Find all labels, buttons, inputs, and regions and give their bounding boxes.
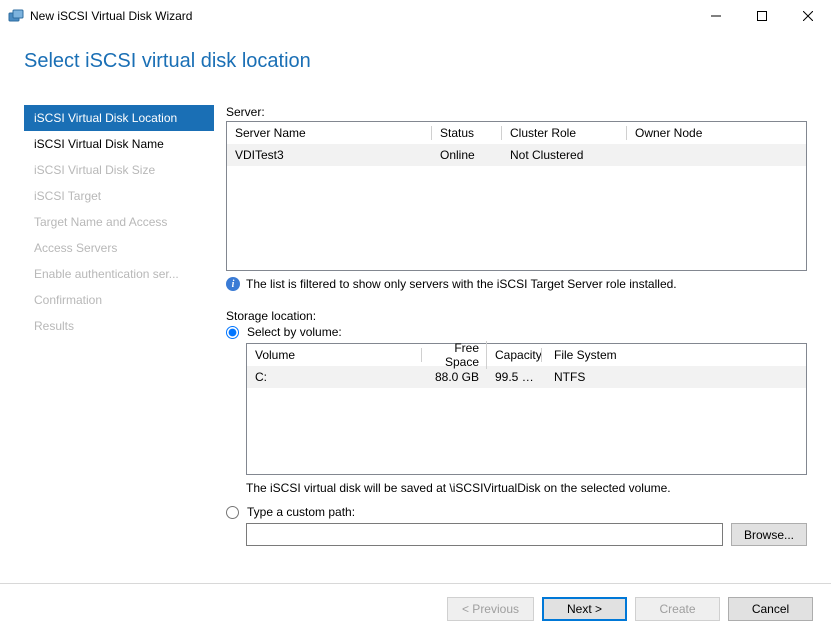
- maximize-button[interactable]: [739, 0, 785, 32]
- browse-button[interactable]: Browse...: [731, 523, 807, 546]
- col-owner-node[interactable]: Owner Node: [627, 123, 806, 143]
- radio-custom-path[interactable]: Type a custom path:: [226, 505, 807, 519]
- sidebar-item-access-servers: Access Servers: [24, 235, 214, 261]
- sidebar-item-authentication: Enable authentication ser...: [24, 261, 214, 287]
- titlebar: New iSCSI Virtual Disk Wizard: [0, 0, 831, 32]
- col-volume[interactable]: Volume: [247, 345, 422, 365]
- server-grid[interactable]: Server Name Status Cluster Role Owner No…: [226, 121, 807, 271]
- cell-owner: [627, 152, 806, 158]
- radio-custom-path-input[interactable]: [226, 506, 239, 519]
- page-title: Select iSCSI virtual disk location: [24, 50, 807, 73]
- cell-server-name: VDITest3: [227, 145, 432, 165]
- info-row: i The list is filtered to show only serv…: [226, 277, 807, 291]
- info-text: The list is filtered to show only server…: [246, 277, 677, 291]
- col-server-name[interactable]: Server Name: [227, 123, 432, 143]
- window-controls: [693, 0, 831, 31]
- save-note: The iSCSI virtual disk will be saved at …: [246, 481, 807, 495]
- sidebar-item-location[interactable]: iSCSI Virtual Disk Location: [24, 105, 214, 131]
- volume-grid[interactable]: Volume Free Space Capacity File System C…: [246, 343, 807, 475]
- volume-row[interactable]: C: 88.0 GB 99.5 GB NTFS: [247, 366, 806, 388]
- cancel-button[interactable]: Cancel: [728, 597, 813, 621]
- cell-status: Online: [432, 145, 502, 165]
- storage-label: Storage location:: [226, 309, 807, 323]
- radio-select-by-volume-label: Select by volume:: [247, 325, 342, 339]
- custom-path-input[interactable]: [246, 523, 723, 546]
- cell-volume: C:: [247, 367, 422, 387]
- create-button: Create: [635, 597, 720, 621]
- info-icon: i: [226, 277, 240, 291]
- server-row[interactable]: VDITest3 Online Not Clustered: [227, 144, 806, 166]
- server-label: Server:: [226, 105, 807, 119]
- sidebar-item-target: iSCSI Target: [24, 183, 214, 209]
- col-status[interactable]: Status: [432, 123, 502, 143]
- sidebar-item-size: iSCSI Virtual Disk Size: [24, 157, 214, 183]
- cell-cluster: Not Clustered: [502, 145, 627, 165]
- minimize-button[interactable]: [693, 0, 739, 32]
- previous-button: < Previous: [447, 597, 534, 621]
- next-button[interactable]: Next >: [542, 597, 627, 621]
- col-capacity[interactable]: Capacity: [487, 345, 542, 365]
- window-title: New iSCSI Virtual Disk Wizard: [30, 9, 693, 23]
- col-cluster-role[interactable]: Cluster Role: [502, 123, 627, 143]
- radio-custom-path-label: Type a custom path:: [247, 505, 355, 519]
- close-button[interactable]: [785, 0, 831, 32]
- cell-capacity: 99.5 GB: [487, 367, 542, 387]
- cell-fs: NTFS: [542, 367, 806, 387]
- sidebar-item-target-name: Target Name and Access: [24, 209, 214, 235]
- wizard-footer: < Previous Next > Create Cancel: [0, 583, 831, 633]
- sidebar-item-results: Results: [24, 313, 214, 339]
- server-grid-header: Server Name Status Cluster Role Owner No…: [227, 122, 806, 144]
- col-free-space[interactable]: Free Space: [422, 338, 487, 372]
- col-file-system[interactable]: File System: [542, 345, 806, 365]
- sidebar-item-name[interactable]: iSCSI Virtual Disk Name: [24, 131, 214, 157]
- volume-grid-header: Volume Free Space Capacity File System: [247, 344, 806, 366]
- radio-select-by-volume[interactable]: Select by volume:: [226, 325, 807, 339]
- wizard-steps-sidebar: iSCSI Virtual Disk Location iSCSI Virtua…: [24, 105, 214, 546]
- radio-select-by-volume-input[interactable]: [226, 326, 239, 339]
- sidebar-item-confirmation: Confirmation: [24, 287, 214, 313]
- app-icon: [8, 8, 24, 24]
